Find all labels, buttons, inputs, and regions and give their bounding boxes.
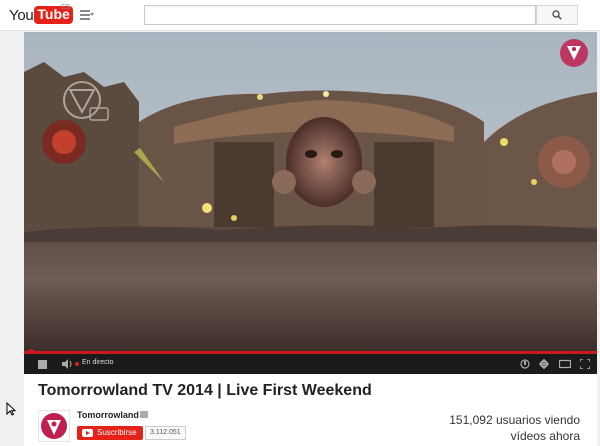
theater-icon[interactable]	[559, 359, 571, 369]
viewers-line-1: 151,092 usuarios viendo	[449, 413, 580, 427]
tomorrowland-logo-icon	[560, 39, 588, 67]
guide-menu-icon[interactable]	[80, 10, 94, 20]
verified-badge-icon	[140, 411, 148, 418]
region-label: ES	[61, 4, 71, 11]
channel-name[interactable]: Tomorrowland	[77, 410, 139, 420]
video-info: Tomorrowland TV 2014 | Live First Weeken…	[24, 374, 597, 446]
play-pause-icon[interactable]	[38, 360, 47, 369]
video-frame	[24, 32, 597, 354]
live-viewers: 151,092 usuarios viendo vídeos ahora	[400, 412, 580, 444]
subscribe-button[interactable]: Suscribirse	[77, 426, 143, 440]
logo-you-text: You	[9, 6, 34, 24]
channel-avatar[interactable]	[38, 410, 70, 442]
search-button[interactable]	[536, 5, 578, 25]
video-title: Tomorrowland TV 2014 | Live First Weeken…	[38, 382, 372, 399]
settings-icon[interactable]	[539, 359, 549, 369]
mouse-cursor-icon	[6, 402, 16, 416]
fullscreen-icon[interactable]	[580, 359, 590, 369]
youtube-play-icon	[82, 429, 93, 437]
tomorrowland-logo-icon	[41, 413, 67, 439]
live-status-text: En directo	[82, 359, 114, 366]
video-player[interactable]: En directo	[24, 32, 597, 374]
live-indicator	[75, 362, 79, 366]
search-icon	[552, 10, 562, 20]
subscriber-count: 3.112.051	[145, 426, 186, 440]
viewers-line-2: vídeos ahora	[510, 429, 580, 443]
annotations-icon[interactable]	[520, 359, 530, 369]
player-controls: En directo	[24, 354, 597, 374]
volume-icon[interactable]	[62, 359, 73, 369]
masthead: You Tube ES	[0, 0, 600, 31]
subscribe-label: Suscribirse	[97, 428, 137, 437]
search-input[interactable]	[144, 5, 536, 25]
left-gutter	[0, 32, 24, 446]
